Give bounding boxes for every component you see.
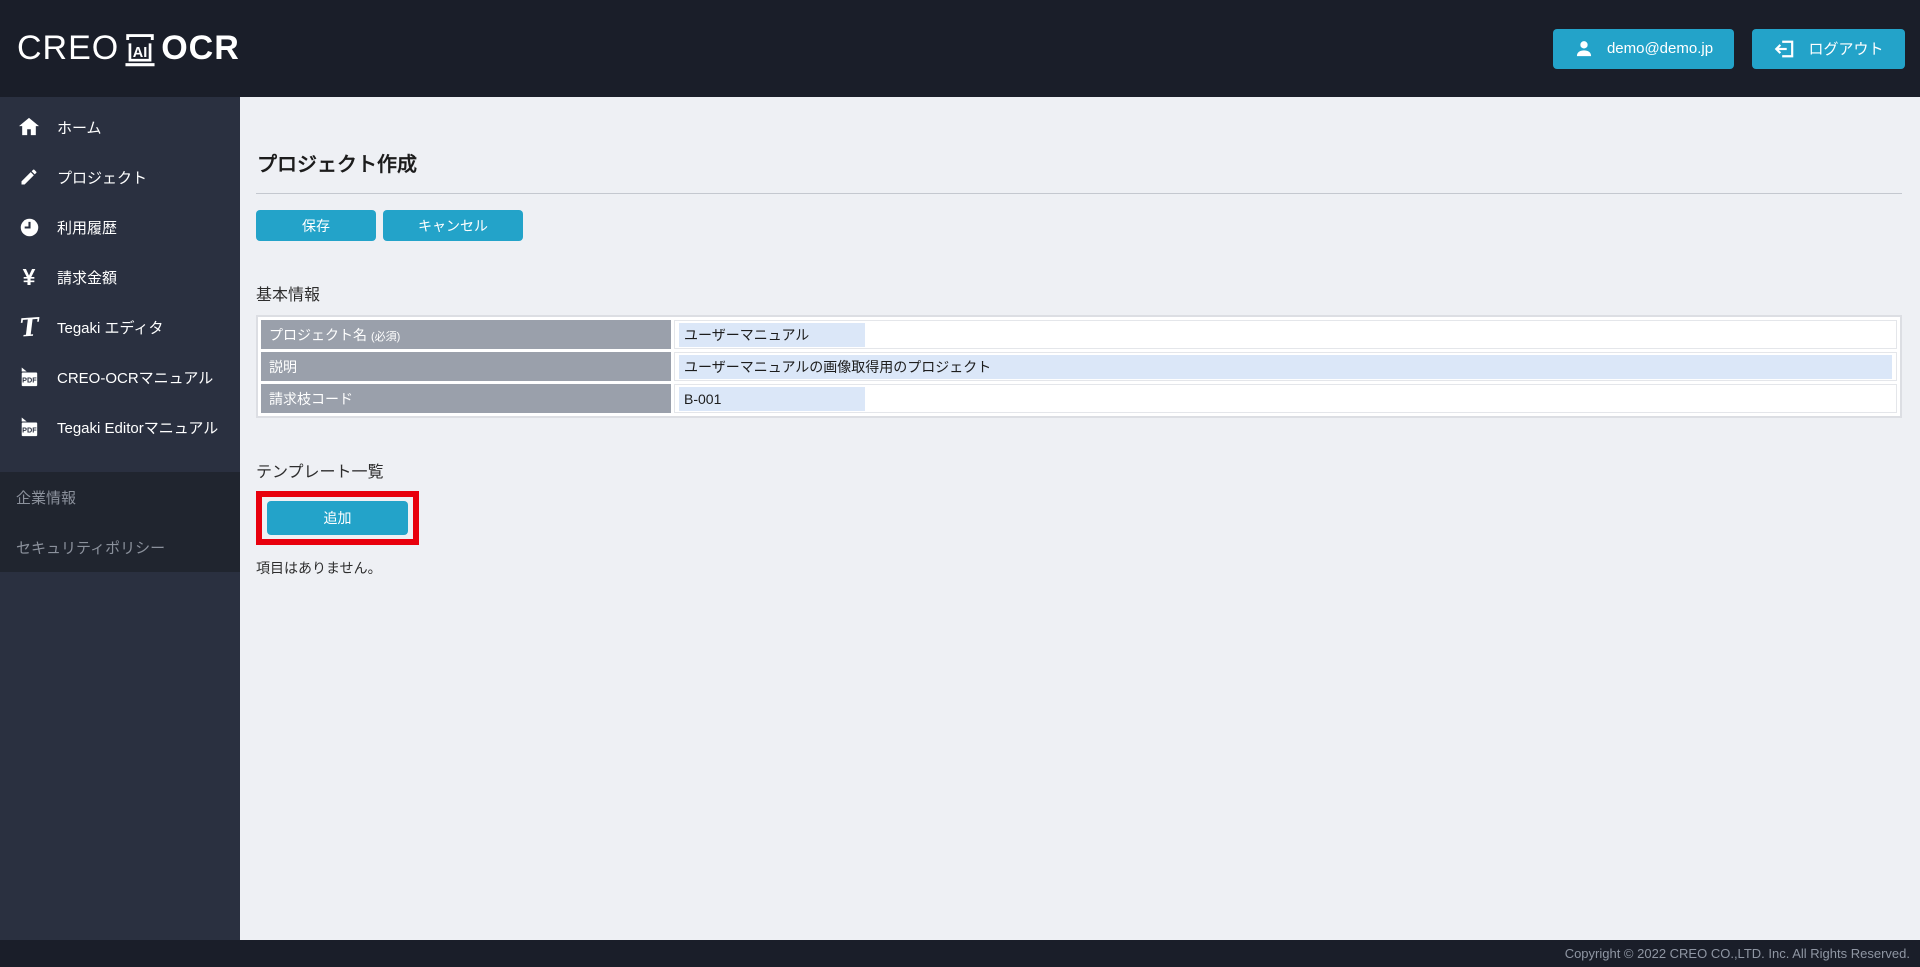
logout-button[interactable]: ログアウト <box>1752 28 1905 69</box>
svg-text:PDF: PDF <box>22 425 37 434</box>
top-header-bar: CREO AI OCR demo@demo.jp ログアウト <box>0 0 1920 97</box>
add-template-button[interactable]: 追加 <box>267 501 408 535</box>
cancel-button[interactable]: キャンセル <box>383 210 523 241</box>
sidebar-item-creo-ocr-manual[interactable]: PDF CREO-OCRマニュアル <box>0 352 240 402</box>
sidebar-item-security-policy[interactable]: セキュリティポリシー <box>0 522 240 572</box>
yen-icon: ¥ <box>22 263 36 290</box>
main-content: プロジェクト作成 保存 キャンセル 基本情報 プロジェクト名 (必須) ユーザー… <box>240 97 1920 940</box>
form-action-row: 保存 キャンセル <box>256 210 1902 241</box>
project-name-input[interactable] <box>679 322 865 347</box>
template-list-heading: テンプレート一覧 <box>256 464 384 481</box>
sidebar-item-label: ホーム <box>57 119 102 137</box>
copyright-text: Copyright © 2022 CREO CO.,LTD. Inc. All … <box>1564 946 1910 961</box>
pdf-file-icon: PDF <box>16 366 42 388</box>
app-window: CREO AI OCR demo@demo.jp ログアウト ホーム プロジェク… <box>0 0 1920 967</box>
logout-label: ログアウト <box>1808 41 1884 58</box>
project-name-label: プロジェクト名 (必須) <box>261 320 671 349</box>
sidebar-item-label: プロジェクト <box>57 169 148 187</box>
sidebar-item-billing-amount[interactable]: ¥ 請求金額 <box>0 252 240 302</box>
sidebar-secondary-section: 企業情報 セキュリティポリシー <box>0 472 240 572</box>
save-button[interactable]: 保存 <box>256 210 376 241</box>
project-name-cell <box>674 320 1897 349</box>
svg-text:PDF: PDF <box>22 375 37 384</box>
description-label: 説明 <box>261 352 671 381</box>
billing-code-label: 請求枝コード <box>261 384 671 413</box>
sidebar-item-tegaki-editor-manual[interactable]: PDF Tegaki Editorマニュアル <box>0 402 240 452</box>
sidebar-item-label: 請求金額 <box>57 269 118 287</box>
logo-text-ocr: OCR <box>161 29 240 67</box>
table-row-billing-code: 請求枝コード <box>261 384 1897 413</box>
sidebar-item-label: Tegaki エディタ <box>57 319 164 337</box>
logo-ai-box-icon: AI <box>122 30 158 68</box>
sidebar-item-label: 利用履歴 <box>57 219 118 237</box>
footer-bar: Copyright © 2022 CREO CO.,LTD. Inc. All … <box>0 940 1920 967</box>
tegaki-t-icon: T <box>18 311 40 343</box>
home-icon <box>16 117 42 137</box>
sidebar-item-usage-history[interactable]: 利用履歴 <box>0 202 240 252</box>
svg-text:AI: AI <box>133 44 148 60</box>
sidebar-navigation: ホーム プロジェクト 利用履歴 ¥ 請求金額 T Tegaki エディタ PDF… <box>0 97 240 940</box>
clock-icon <box>16 217 42 238</box>
required-note: (必須) <box>371 330 401 343</box>
sidebar-item-company-info[interactable]: 企業情報 <box>0 472 240 522</box>
billing-code-input[interactable] <box>679 386 865 411</box>
app-logo: CREO AI OCR <box>17 29 240 68</box>
user-person-icon <box>1574 39 1594 59</box>
sidebar-item-projects[interactable]: プロジェクト <box>0 152 240 202</box>
table-row-description: 説明 <box>261 352 1897 381</box>
empty-list-message: 項目はありません。 <box>256 560 382 576</box>
logo-text-creo: CREO <box>17 29 120 67</box>
basic-info-table: プロジェクト名(必須) 説明 請求枝コード <box>256 315 1902 418</box>
sidebar-item-label: CREO-OCRマニュアル <box>57 369 214 387</box>
basic-info-heading: 基本情報 <box>256 287 321 304</box>
sidebar-item-label: 企業情報 <box>16 489 77 507</box>
red-highlight-box: 追加 <box>256 491 419 545</box>
sidebar-item-label: Tegaki Editorマニュアル <box>57 419 219 437</box>
main-layout: ホーム プロジェクト 利用履歴 ¥ 請求金額 T Tegaki エディタ PDF… <box>0 97 1920 940</box>
sidebar-item-home[interactable]: ホーム <box>0 102 240 152</box>
pdf-file-icon: PDF <box>16 416 42 438</box>
logout-icon <box>1773 39 1795 59</box>
sidebar-item-tegaki-editor[interactable]: T Tegaki エディタ <box>0 302 240 352</box>
user-account-button[interactable]: demo@demo.jp <box>1553 28 1734 69</box>
description-input[interactable] <box>679 354 1892 379</box>
title-divider <box>256 193 1902 194</box>
sidebar-item-label: セキュリティポリシー <box>16 539 166 557</box>
billing-code-cell <box>674 384 1897 413</box>
table-row-project-name: プロジェクト名 (必須) <box>261 320 1897 349</box>
pencil-icon <box>16 167 42 187</box>
user-email-label: demo@demo.jp <box>1606 40 1714 57</box>
page-title: プロジェクト作成 <box>257 154 417 176</box>
description-cell <box>674 352 1897 381</box>
